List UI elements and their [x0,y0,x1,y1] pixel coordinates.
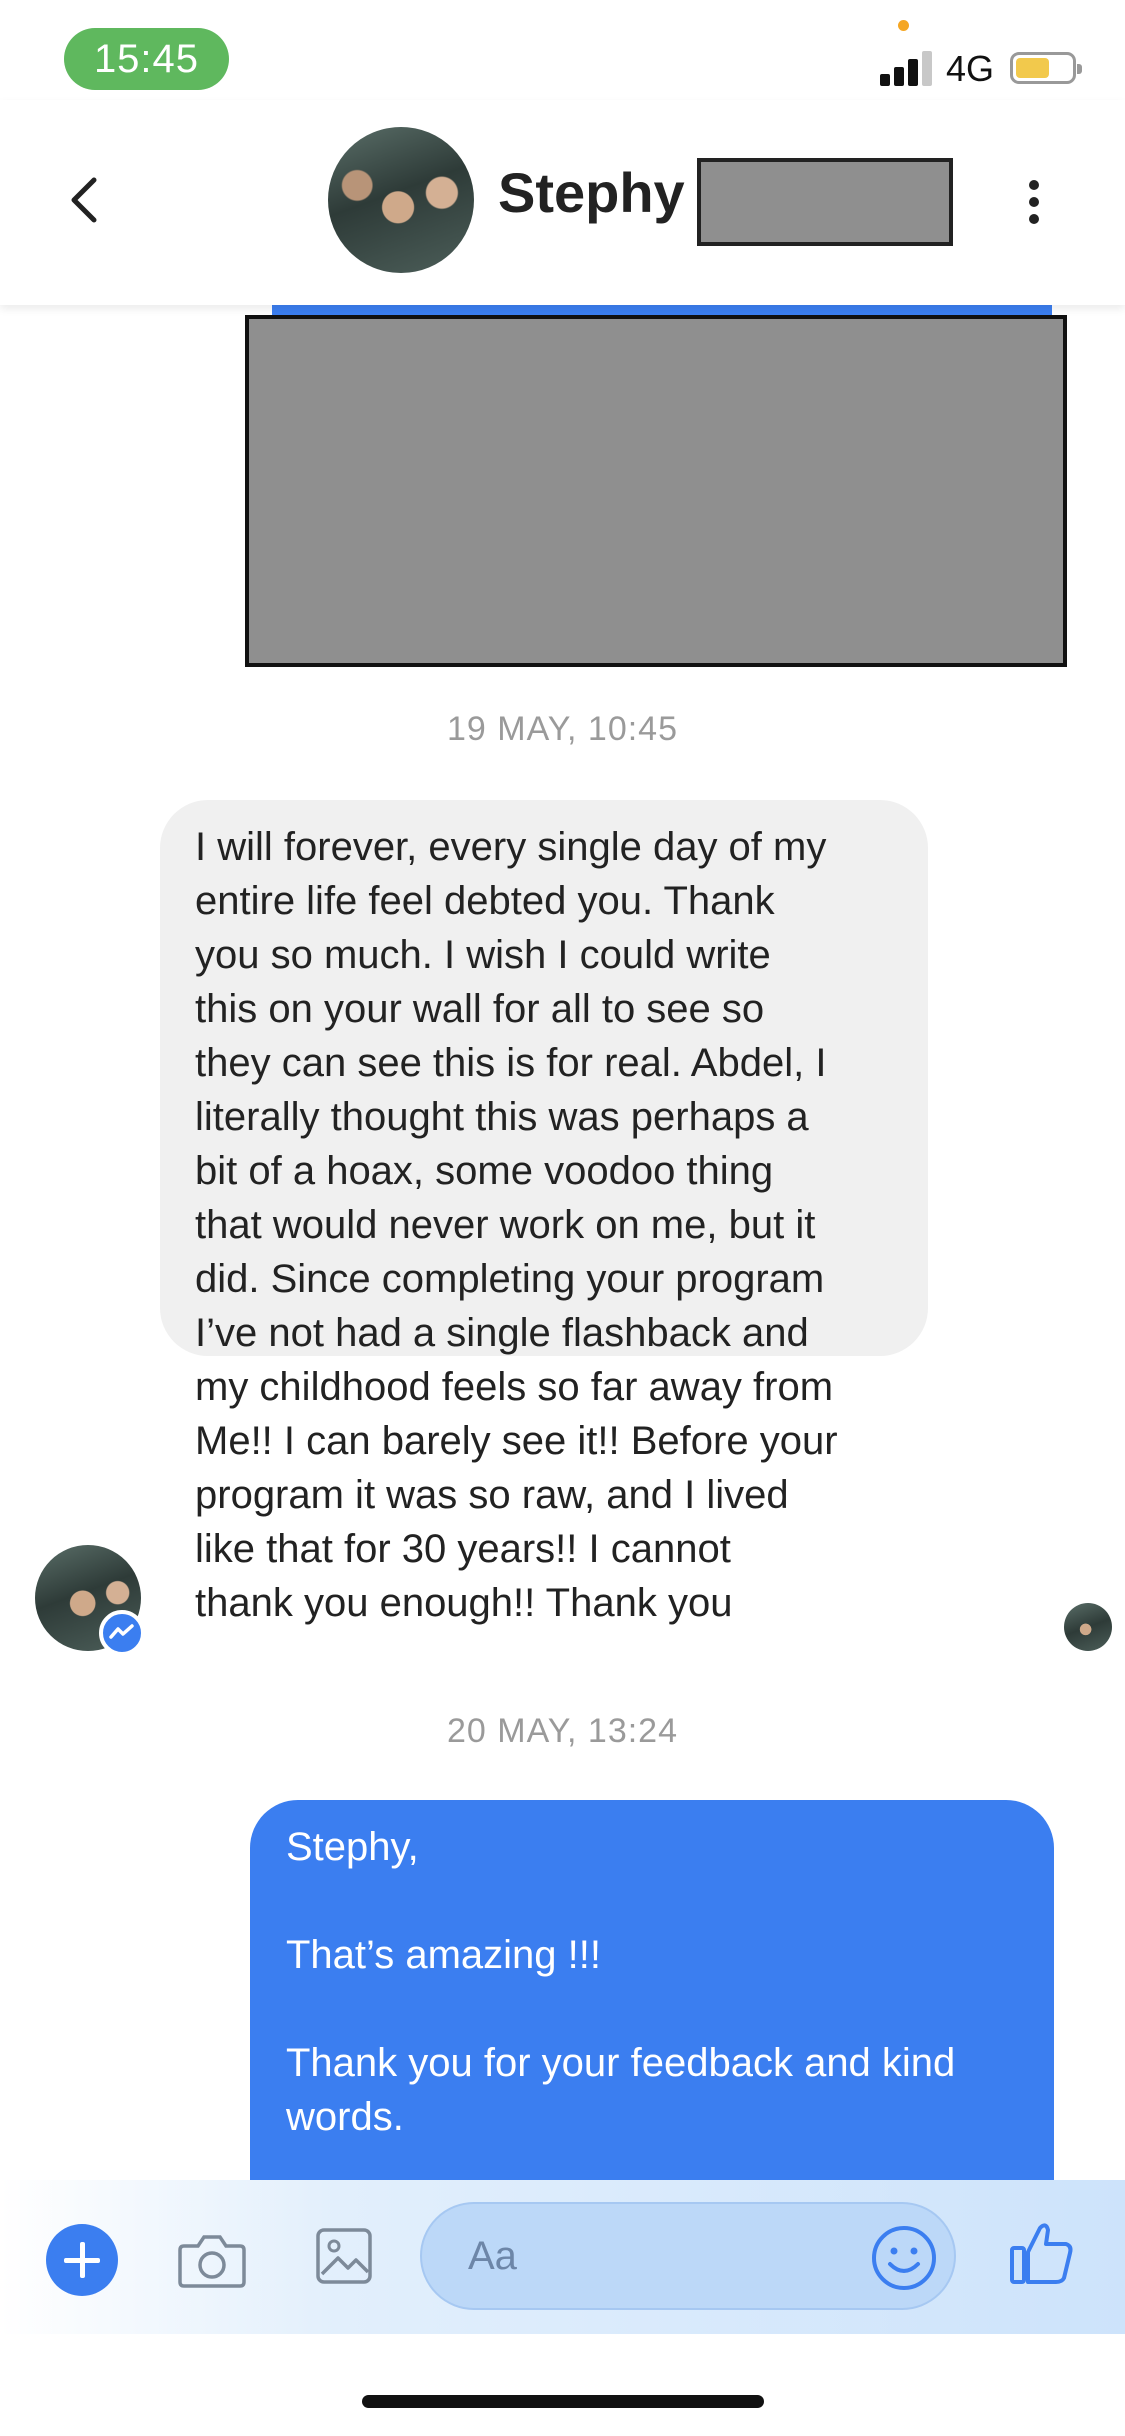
messenger-badge-icon [99,1610,145,1656]
message-composer [0,2180,1125,2334]
camera-icon[interactable] [176,2228,248,2292]
privacy-indicator-dot [898,20,909,31]
read-receipt-avatar [1064,1603,1112,1651]
signal-strength-icon [880,50,936,86]
previous-message-edge [272,305,1052,315]
message-list[interactable]: 19 MAY, 10:45 I will forever, every sing… [0,305,1125,2180]
message-input[interactable] [468,2234,828,2278]
message-timestamp: 19 MAY, 10:45 [446,710,678,748]
more-vertical-icon [1029,180,1039,190]
status-time: 15:45 [64,28,229,90]
chevron-left-icon [71,177,97,223]
outgoing-message-bubble[interactable]: Stephy, That’s amazing !!! Thank you for… [250,1800,1054,2180]
back-button[interactable] [60,170,110,230]
home-indicator[interactable] [362,2395,764,2408]
battery-icon [1010,52,1082,84]
contact-name[interactable]: Stephy [498,160,685,225]
thumbs-up-icon[interactable] [1006,2216,1078,2288]
incoming-message-bubble[interactable]: I will forever, every single day of my e… [160,800,928,1625]
contact-avatar[interactable] [328,127,474,273]
battery-level [1016,58,1049,78]
status-bar: 15:45 4G [0,0,1125,100]
gallery-icon[interactable] [314,2224,374,2288]
plus-icon[interactable] [46,2224,118,2296]
redacted-attachment [245,315,1067,667]
more-options-button[interactable] [1018,172,1050,232]
message-timestamp: 20 MAY, 13:24 [446,1712,678,1750]
redacted-surname [697,158,953,246]
network-type: 4G [946,48,995,89]
emoji-icon[interactable] [870,2224,938,2292]
conversation-header: Stephy [0,100,1125,305]
message-input-container[interactable] [420,2202,956,2310]
